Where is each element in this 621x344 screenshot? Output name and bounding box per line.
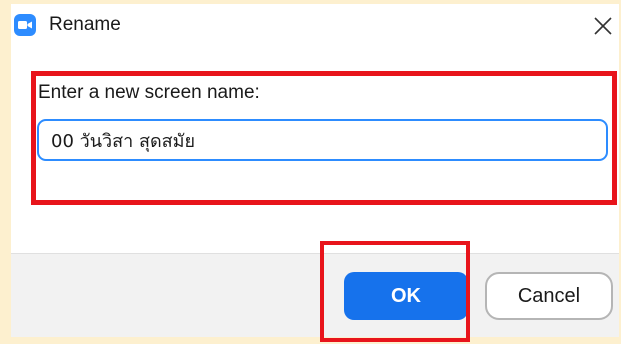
rename-dialog: Rename Enter a new screen name: OK Cance… bbox=[11, 4, 619, 337]
close-icon[interactable] bbox=[589, 12, 617, 40]
ok-button[interactable]: OK bbox=[344, 272, 468, 320]
dialog-title: Rename bbox=[49, 14, 121, 35]
cancel-button[interactable]: Cancel bbox=[485, 272, 613, 320]
title-bar: Rename bbox=[11, 4, 619, 48]
zoom-camera-icon bbox=[14, 14, 36, 36]
prompt-label: Enter a new screen name: bbox=[38, 82, 260, 103]
screen-name-input[interactable] bbox=[37, 119, 608, 161]
